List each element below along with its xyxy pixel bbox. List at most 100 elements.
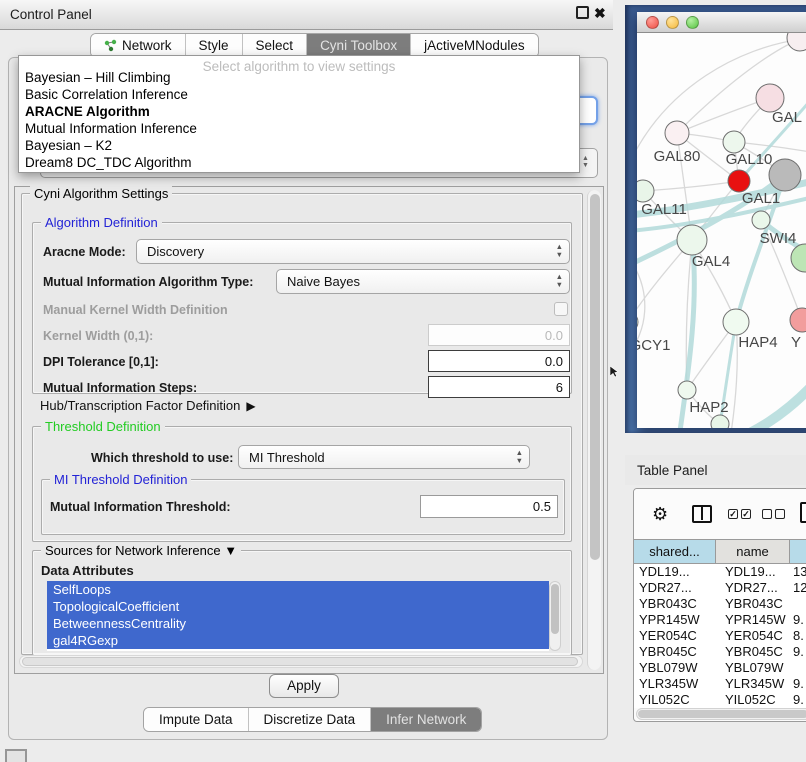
table-cell[interactable]: YIL052C <box>634 692 716 708</box>
table-cell[interactable]: 8. <box>790 628 806 644</box>
mi-type-combo[interactable]: Naive Bayes ▲▼ <box>276 269 570 294</box>
kernel-width-field[interactable]: 0.0 <box>428 324 570 346</box>
table-row[interactable]: YDL19...YDL19...13 <box>634 564 806 580</box>
table-cell[interactable]: YDR27... <box>716 580 790 596</box>
algorithm-option-bayesian-k2[interactable]: Bayesian – K2 <box>19 137 579 154</box>
table-cell[interactable]: YLR345W <box>716 676 790 692</box>
manual-kernel-checkbox[interactable] <box>554 302 568 316</box>
attribute-item-selfloops[interactable]: SelfLoops <box>47 581 549 598</box>
attribute-item-betweennesscentrality[interactable]: BetweennessCentrality <box>47 615 549 632</box>
table-cell[interactable]: YBR043C <box>716 596 790 612</box>
network-node[interactable] <box>791 244 806 272</box>
table-cell[interactable]: YBL079W <box>634 660 716 676</box>
table-cell[interactable]: YER054C <box>634 628 716 644</box>
network-node-y[interactable] <box>790 308 806 332</box>
select-all-checkboxes-icon[interactable]: ✓✓ <box>728 509 751 519</box>
algorithm-option-basic-correlation-inference[interactable]: Basic Correlation Inference <box>19 86 579 103</box>
aracne-mode-combo[interactable]: Discovery ▲▼ <box>136 239 570 264</box>
table-cell[interactable]: YLR345W <box>634 676 716 692</box>
scrollbar-thumb[interactable] <box>22 657 578 666</box>
table-cell[interactable]: YDL19... <box>716 564 790 580</box>
tab-style[interactable]: Style <box>186 34 243 57</box>
table-cell[interactable]: YDR27... <box>634 580 716 596</box>
table-row[interactable]: YBL079WYBL079W <box>634 660 806 676</box>
algorithm-option-bayesian-hill-climbing[interactable]: Bayesian – Hill Climbing <box>19 69 579 86</box>
network-node-gal[interactable] <box>756 84 784 112</box>
scrollbar-thumb[interactable] <box>638 710 806 718</box>
settings-vertical-scrollbar[interactable] <box>587 190 601 670</box>
table-cell[interactable]: 13 <box>790 564 806 580</box>
table-cell[interactable]: YDL19... <box>634 564 716 580</box>
gear-icon[interactable]: ⚙ <box>652 505 668 523</box>
deselect-all-checkboxes-icon[interactable] <box>762 509 785 519</box>
network-node[interactable] <box>787 33 806 51</box>
tab-cyni-toolbox[interactable]: Cyni Toolbox <box>307 34 411 57</box>
tab-infer-network[interactable]: Infer Network <box>371 708 481 731</box>
column-header-extra[interactable] <box>790 540 806 563</box>
table-cell[interactable]: YBR043C <box>634 596 716 612</box>
algorithm-option-dream8-dc-tdc-algorithm[interactable]: Dream8 DC_TDC Algorithm <box>19 154 579 171</box>
table-cell[interactable]: 9. <box>790 692 806 708</box>
table-cell[interactable]: YPR145W <box>716 612 790 628</box>
table-cell[interactable]: YBL079W <box>716 660 790 676</box>
table-row[interactable]: YPR145WYPR145W9. <box>634 612 806 628</box>
table-cell[interactable]: 12 <box>790 580 806 596</box>
table-row[interactable]: YER054CYER054C8. <box>634 628 806 644</box>
tab-discretize-data[interactable]: Discretize Data <box>249 708 372 731</box>
table-cell[interactable]: YBR045C <box>716 644 790 660</box>
algorithm-option-aracne-algorithm[interactable]: ARACNE Algorithm <box>19 103 579 120</box>
table-cell[interactable]: YPR145W <box>634 612 716 628</box>
close-traffic-light-icon[interactable] <box>646 16 659 29</box>
close-icon[interactable]: ✖ <box>594 5 606 22</box>
page-icon[interactable] <box>800 502 806 523</box>
network-node-gal80[interactable] <box>665 121 689 145</box>
network-node-gal10[interactable] <box>723 131 745 153</box>
mi-threshold-field[interactable]: 0.5 <box>420 495 558 518</box>
column-header-name[interactable]: name <box>716 540 790 563</box>
table-row[interactable]: YBR043CYBR043C <box>634 596 806 612</box>
attributes-list-scrollbar[interactable] <box>549 581 561 651</box>
tab-impute-data[interactable]: Impute Data <box>144 708 249 731</box>
network-node-gcy1[interactable] <box>637 312 638 332</box>
float-window-icon[interactable] <box>576 6 589 19</box>
tab-jactivemnodules[interactable]: jActiveMNodules <box>411 34 538 57</box>
mi-steps-field[interactable]: 6 <box>428 376 570 398</box>
network-node-hap2[interactable] <box>678 381 696 399</box>
columns-icon[interactable] <box>692 505 712 523</box>
table-cell[interactable] <box>790 596 806 612</box>
hub-transcription-factor-expander[interactable]: Hub/Transcription Factor Definition▶ <box>40 398 256 413</box>
apply-button[interactable]: Apply <box>269 674 339 698</box>
tab-network[interactable]: Network <box>91 34 186 57</box>
network-node-hap4[interactable] <box>723 309 749 335</box>
dpi-tolerance-field[interactable]: 0.0 <box>428 350 570 372</box>
collapse-arrow-icon[interactable]: ▼ <box>224 543 237 558</box>
network-node-gal1[interactable] <box>728 170 750 192</box>
which-threshold-combo[interactable]: MI Threshold ▲▼ <box>238 445 530 469</box>
settings-horizontal-scrollbar[interactable] <box>19 655 583 668</box>
minimized-panel-icon[interactable] <box>5 749 27 762</box>
network-node-gal11[interactable] <box>637 180 654 202</box>
tab-select[interactable]: Select <box>243 34 308 57</box>
table-row[interactable]: YIL052CYIL052C9. <box>634 692 806 708</box>
attribute-item-topologicalcoefficient[interactable]: TopologicalCoefficient <box>47 598 549 615</box>
scrollbar-thumb[interactable] <box>551 584 559 634</box>
table-cell[interactable]: 9. <box>790 612 806 628</box>
table-cell[interactable] <box>790 660 806 676</box>
table-row[interactable]: YDR27...YDR27...12 <box>634 580 806 596</box>
attribute-item-gal4rgexp[interactable]: gal4RGexp <box>47 632 549 649</box>
scrollbar-thumb[interactable] <box>590 194 600 560</box>
network-node-gal4[interactable] <box>677 225 707 255</box>
network-node[interactable] <box>769 159 801 191</box>
table-row[interactable]: YBR045CYBR045C9. <box>634 644 806 660</box>
table-cell[interactable]: 9. <box>790 644 806 660</box>
algorithm-option-mutual-information-inference[interactable]: Mutual Information Inference <box>19 120 579 137</box>
minimize-traffic-light-icon[interactable] <box>666 16 679 29</box>
table-cell[interactable]: YBR045C <box>634 644 716 660</box>
table-cell[interactable]: YER054C <box>716 628 790 644</box>
zoom-traffic-light-icon[interactable] <box>686 16 699 29</box>
network-node[interactable] <box>711 415 729 428</box>
table-cell[interactable]: 9. <box>790 676 806 692</box>
table-horizontal-scrollbar[interactable] <box>636 708 806 720</box>
network-canvas[interactable]: GALGAL80GAL10GAL1GAL11SWI4GAL4GCY1HAP4YH… <box>637 33 806 428</box>
table-row[interactable]: YLR345WYLR345W9. <box>634 676 806 692</box>
